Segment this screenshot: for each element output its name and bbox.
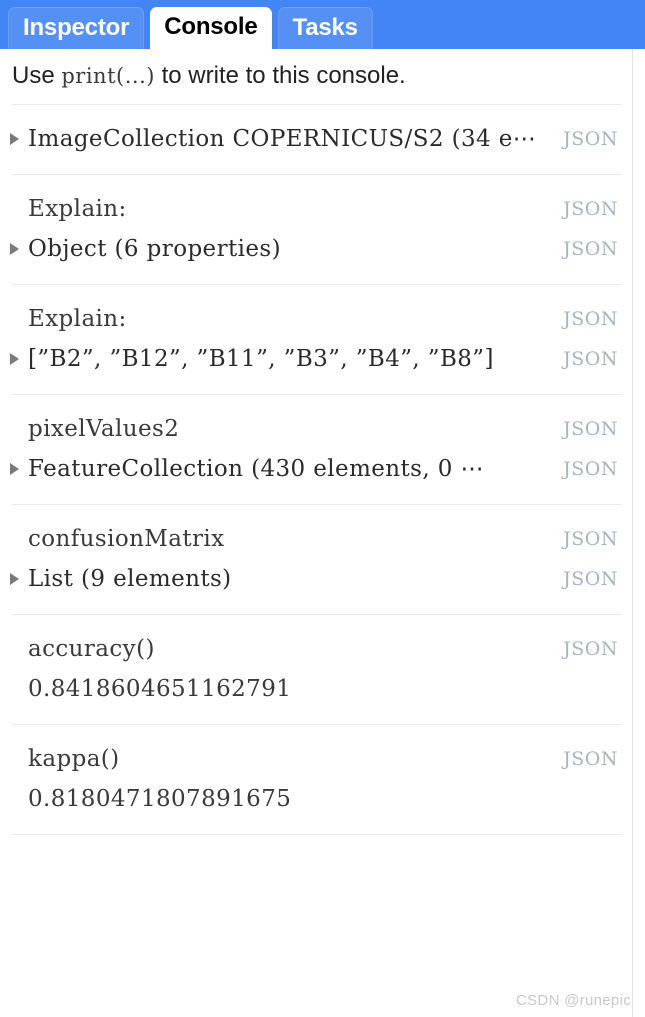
console-label-text: confusionMatrix <box>28 526 225 552</box>
expand-arrow-slot <box>8 533 28 545</box>
console-value-text: [”B2”, ”B12”, ”B11”, ”B3”, ”B4”, ”B8”] <box>28 346 494 372</box>
console-tab-bar: Inspector Console Tasks <box>0 0 645 49</box>
console-value-text: List (9 elements) <box>28 566 232 592</box>
console-hint: Use print(...) to write to this console. <box>0 49 632 104</box>
expand-arrow-slot <box>8 683 28 695</box>
console-output-panel[interactable]: Use print(...) to write to this console.… <box>0 49 633 1017</box>
json-link[interactable]: JSON <box>563 568 618 590</box>
expand-arrow-slot <box>8 313 28 325</box>
console-label-text: Explain: <box>28 306 127 332</box>
expand-arrow-slot[interactable] <box>8 353 28 365</box>
expand-arrow-slot <box>8 753 28 765</box>
console-value-text: Object (6 properties) <box>28 236 281 262</box>
console-entry-line: Explain: JSON <box>0 189 632 229</box>
arrow-placeholder <box>10 313 19 325</box>
json-link[interactable]: JSON <box>563 458 618 480</box>
console-entry-line: 0.8180471807891675 <box>0 779 632 819</box>
console-entry: Explain: JSON Object (6 properties) JSON <box>0 175 632 284</box>
console-entry: Explain: JSON [”B2”, ”B12”, ”B11”, ”B3”, ”… <box>0 285 632 394</box>
json-link[interactable]: JSON <box>563 238 618 260</box>
arrow-placeholder <box>10 423 19 435</box>
json-link[interactable]: JSON <box>563 128 618 150</box>
json-link[interactable]: JSON <box>563 348 618 370</box>
console-entry-list: ImageCollection COPERNICUS/S2 (34 e⋯ JSON… <box>0 104 632 835</box>
expand-arrow-slot <box>8 643 28 655</box>
arrow-placeholder <box>10 203 19 215</box>
console-entry-line: Object (6 properties) JSON <box>0 229 632 269</box>
chevron-right-icon[interactable] <box>10 243 19 255</box>
console-label-text: 0.8180471807891675 <box>28 786 292 812</box>
console-hint-suffix: to write to this console. <box>154 62 406 89</box>
expand-arrow-slot <box>8 423 28 435</box>
arrow-placeholder <box>10 533 19 545</box>
entry-divider <box>12 834 622 835</box>
json-link[interactable]: JSON <box>563 528 618 550</box>
chevron-right-icon[interactable] <box>10 353 19 365</box>
json-link[interactable]: JSON <box>563 418 618 440</box>
console-entry-line: kappa() JSON <box>0 739 632 779</box>
json-link[interactable]: JSON <box>563 638 618 660</box>
console-entry: ImageCollection COPERNICUS/S2 (34 e⋯ JSON <box>0 105 632 174</box>
expand-arrow-slot[interactable] <box>8 573 28 585</box>
json-link[interactable]: JSON <box>563 198 618 220</box>
chevron-right-icon[interactable] <box>10 133 19 145</box>
console-hint-code: print(...) <box>61 64 155 88</box>
console-entry-line: pixelValues2 JSON <box>0 409 632 449</box>
console-right-gutter <box>633 49 645 1017</box>
tab-tasks[interactable]: Tasks <box>277 7 373 49</box>
console-entry-line: FeatureCollection (430 elements, 0 ⋯ JSON <box>0 449 632 489</box>
console-entry: pixelValues2 JSON FeatureCollection (430 e… <box>0 395 632 504</box>
console-entry: accuracy() JSON 0.8418604651162791 <box>0 615 632 724</box>
console-entry-line: ImageCollection COPERNICUS/S2 (34 e⋯ JSON <box>0 119 632 159</box>
console-entry-line: accuracy() JSON <box>0 629 632 669</box>
expand-arrow-slot[interactable] <box>8 463 28 475</box>
console-label-text: pixelValues2 <box>28 416 180 442</box>
chevron-right-icon[interactable] <box>10 463 19 475</box>
console-entry-line: List (9 elements) JSON <box>0 559 632 599</box>
console-entry: confusionMatrix JSON List (9 elements) JSON <box>0 505 632 614</box>
tab-console[interactable]: Console <box>150 7 272 49</box>
console-entry-line: Explain: JSON <box>0 299 632 339</box>
console-entry-line: 0.8418604651162791 <box>0 669 632 709</box>
console-hint-prefix: Use <box>12 62 62 89</box>
console-label-text: kappa() <box>28 746 120 772</box>
console-label-text: 0.8418604651162791 <box>28 676 292 702</box>
console-label-text: accuracy() <box>28 636 155 662</box>
console-entry: kappa() JSON 0.8180471807891675 <box>0 725 632 834</box>
expand-arrow-slot[interactable] <box>8 133 28 145</box>
expand-arrow-slot <box>8 203 28 215</box>
console-entry-line: [”B2”, ”B12”, ”B11”, ”B3”, ”B4”, ”B8”] JS… <box>0 339 632 379</box>
arrow-placeholder <box>10 683 19 695</box>
console-label-text: Explain: <box>28 196 127 222</box>
json-link[interactable]: JSON <box>563 748 618 770</box>
tab-inspector[interactable]: Inspector <box>8 7 145 49</box>
arrow-placeholder <box>10 643 19 655</box>
chevron-right-icon[interactable] <box>10 573 19 585</box>
console-entry-line: confusionMatrix JSON <box>0 519 632 559</box>
watermark: CSDN @runepic <box>516 992 631 1009</box>
arrow-placeholder <box>10 753 19 765</box>
expand-arrow-slot[interactable] <box>8 243 28 255</box>
expand-arrow-slot <box>8 793 28 805</box>
arrow-placeholder <box>10 793 19 805</box>
console-value-text: FeatureCollection (430 elements, 0 ⋯ <box>28 456 484 482</box>
json-link[interactable]: JSON <box>563 308 618 330</box>
console-value-text: ImageCollection COPERNICUS/S2 (34 e⋯ <box>28 126 537 152</box>
